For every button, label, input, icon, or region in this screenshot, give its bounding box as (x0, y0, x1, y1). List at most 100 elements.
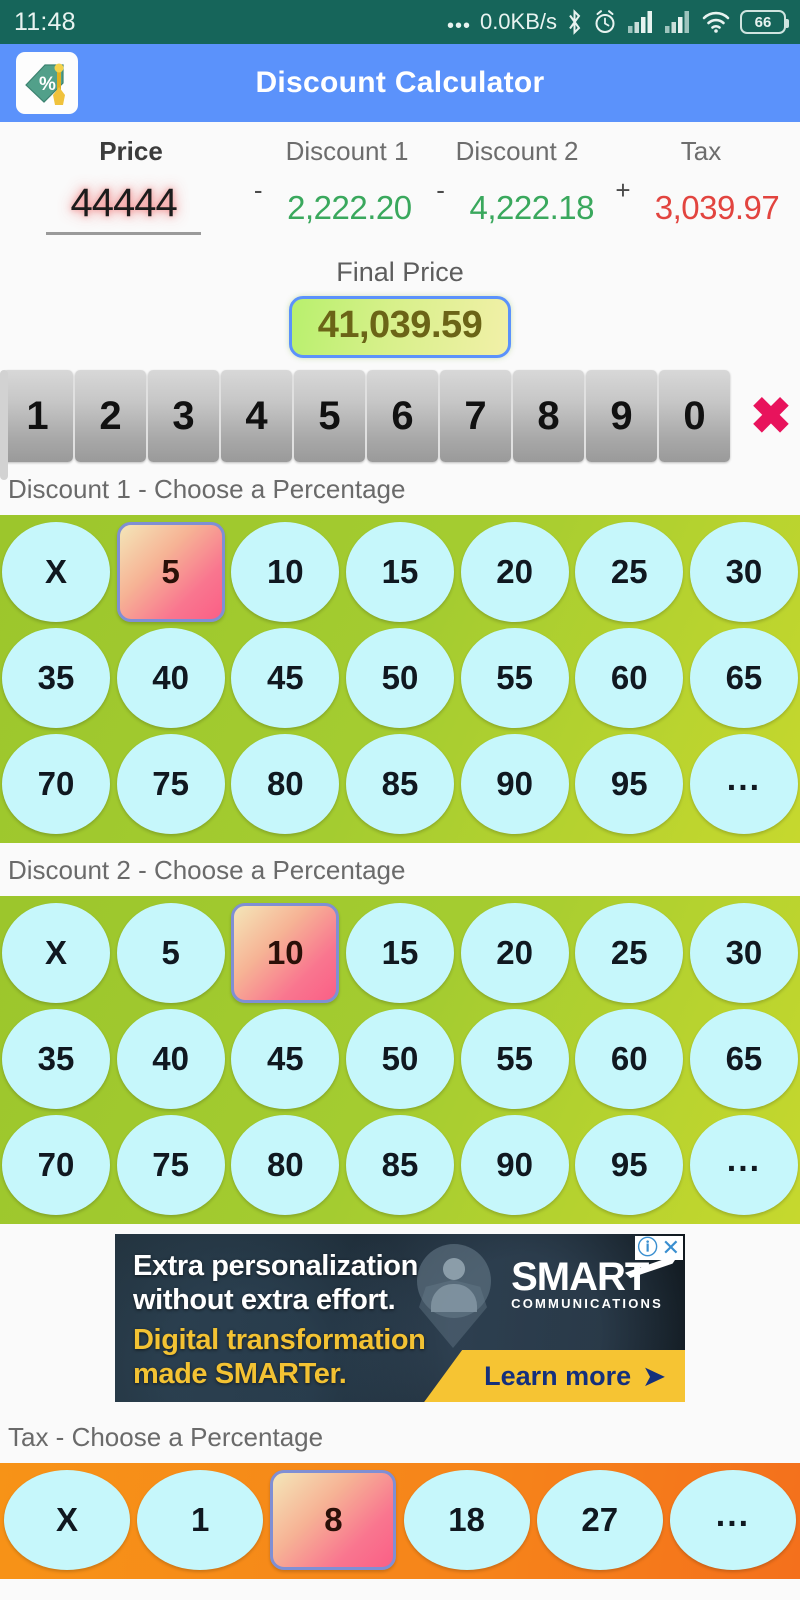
percent-tag-app-icon: % (16, 52, 78, 114)
app-root: 11:48 ••• 0.0KB/s 66 % Discount Calculat… (0, 0, 800, 1600)
discount2-option-70[interactable]: 70 (2, 1115, 110, 1215)
discount2-option-10[interactable]: 10 (231, 903, 340, 1003)
discount1-option-70[interactable]: 70 (2, 734, 110, 834)
discount1-option-80[interactable]: 80 (231, 734, 340, 834)
key-6[interactable]: 6 (367, 370, 438, 462)
discount2-option-60[interactable]: 60 (575, 1009, 684, 1109)
discount2-option-20[interactable]: 20 (460, 903, 569, 1003)
svg-text:%: % (39, 74, 56, 95)
discount2-option-30[interactable]: 30 (689, 903, 798, 1003)
discount1-option-x[interactable]: X (2, 522, 110, 622)
tax-amount: 3,039.97 (654, 189, 780, 226)
discount1-option-50[interactable]: 50 (345, 628, 454, 728)
discount1-option-15[interactable]: 15 (345, 522, 454, 622)
discount2-option-x[interactable]: X (2, 903, 110, 1003)
discount1-option-85[interactable]: 85 (345, 734, 454, 834)
page-title: Discount Calculator (255, 66, 545, 99)
discount2-option-45[interactable]: 45 (231, 1009, 340, 1109)
discount1-option-90[interactable]: 90 (460, 734, 569, 834)
discount2-option-90[interactable]: 90 (460, 1115, 569, 1215)
ad-badges: ⓘ ✕ (634, 1236, 683, 1260)
discount1-option-20[interactable]: 20 (460, 522, 569, 622)
discount1-option-30[interactable]: 30 (689, 522, 798, 622)
discount1-option-55[interactable]: 55 (460, 628, 569, 728)
network-activity-dots-icon: ••• (446, 15, 471, 37)
close-icon[interactable]: ✕ (662, 1237, 680, 1259)
discount2-percent-panel: X 5 10 15 20 25 30 35 40 45 50 55 60 65 … (0, 896, 800, 1224)
ad-cta-label: Learn more (484, 1360, 632, 1391)
tax-option-27[interactable]: 27 (536, 1470, 663, 1570)
discount1-option-5[interactable]: 5 (116, 522, 225, 622)
clear-button[interactable]: ✖ (732, 370, 800, 462)
discount1-option-35[interactable]: 35 (2, 628, 110, 728)
discount2-option-80[interactable]: 80 (231, 1115, 340, 1215)
key-2[interactable]: 2 (75, 370, 146, 462)
final-price-value: 41,039.59 (288, 296, 512, 358)
ad-headline-line1: Extra personalization (133, 1250, 418, 1282)
discount2-option-35[interactable]: 35 (2, 1009, 110, 1109)
label-discount2: Discount 2 (455, 136, 579, 166)
alarm-icon (592, 9, 618, 35)
tax-option-1[interactable]: 1 (137, 1470, 264, 1570)
tax-section-header: Tax - Choose a Percentage (0, 1410, 800, 1463)
key-8[interactable]: 8 (513, 370, 584, 462)
discount1-row-1: X 5 10 15 20 25 30 (0, 519, 800, 625)
tax-option-8[interactable]: 8 (270, 1470, 397, 1570)
tax-option-18[interactable]: 18 (403, 1470, 530, 1570)
discount2-section-header: Discount 2 - Choose a Percentage (0, 843, 800, 896)
signal-bars-icon (627, 10, 655, 34)
ad-subline1: Digital transformation (133, 1324, 426, 1356)
summary-section: Price Discount 1 Discount 2 Tax 44444 - … (0, 122, 800, 235)
price-input-wrap[interactable]: 44444 (0, 181, 247, 235)
discount1-option-45[interactable]: 45 (231, 628, 340, 728)
discount2-option-40[interactable]: 40 (116, 1009, 225, 1109)
discount2-option-50[interactable]: 50 (345, 1009, 454, 1109)
discount1-option-95[interactable]: 95 (575, 734, 684, 834)
key-0[interactable]: 0 (659, 370, 730, 462)
label-tax: Tax (680, 136, 722, 166)
discount1-option-25[interactable]: 25 (575, 522, 684, 622)
key-5[interactable]: 5 (294, 370, 365, 462)
tax-option-more[interactable]: ... (669, 1470, 796, 1570)
price-input[interactable]: 44444 (46, 181, 201, 235)
tax-option-x[interactable]: X (4, 1470, 130, 1570)
operator-minus-discount1: - (253, 175, 263, 205)
advertisement-wrap: Extra personalization without extra effo… (0, 1224, 800, 1410)
app-bar: % Discount Calculator (0, 44, 800, 122)
wifi-icon (701, 10, 731, 34)
discount1-option-65[interactable]: 65 (689, 628, 798, 728)
key-7[interactable]: 7 (440, 370, 511, 462)
discount1-option-more[interactable]: ... (689, 734, 798, 834)
label-price: Price (99, 136, 163, 166)
discount2-option-more[interactable]: ... (689, 1115, 798, 1215)
discount2-option-85[interactable]: 85 (345, 1115, 454, 1215)
discount1-option-75[interactable]: 75 (116, 734, 225, 834)
discount2-option-25[interactable]: 25 (575, 903, 684, 1003)
key-3[interactable]: 3 (148, 370, 219, 462)
summary-values-row: 44444 - 2,222.20 - 4,222.18 + 3,039.97 (0, 175, 800, 235)
discount2-option-55[interactable]: 55 (460, 1009, 569, 1109)
discount1-option-60[interactable]: 60 (575, 628, 684, 728)
battery-level-label: 66 (754, 13, 772, 31)
discount2-option-5[interactable]: 5 (116, 903, 225, 1003)
discount1-option-10[interactable]: 10 (231, 522, 340, 622)
discount2-option-75[interactable]: 75 (116, 1115, 225, 1215)
key-4[interactable]: 4 (221, 370, 292, 462)
tax-row-1: X 1 8 18 27 ... (0, 1467, 800, 1573)
ad-cta-button[interactable]: Learn more ➤ (424, 1350, 685, 1402)
discount2-option-95[interactable]: 95 (575, 1115, 684, 1215)
info-icon[interactable]: ⓘ (638, 1238, 658, 1258)
status-bar-clock: 11:48 (14, 7, 76, 36)
discount1-section-header: Discount 1 - Choose a Percentage (0, 462, 800, 515)
discount2-option-15[interactable]: 15 (345, 903, 454, 1003)
map-pin-icon (419, 1280, 487, 1348)
number-keypad: 1 2 3 4 5 6 7 8 9 0 ✖ (0, 370, 800, 480)
discount1-option-40[interactable]: 40 (116, 628, 225, 728)
discount1-row-3: 70 75 80 85 90 95 ... (0, 731, 800, 837)
key-1[interactable]: 1 (2, 370, 73, 462)
advertisement-banner[interactable]: Extra personalization without extra effo… (115, 1234, 685, 1402)
discount1-percent-panel: X 5 10 15 20 25 30 35 40 45 50 55 60 65 … (0, 515, 800, 843)
key-9[interactable]: 9 (586, 370, 657, 462)
vertical-scrollbar-thumb[interactable] (0, 370, 8, 480)
discount2-option-65[interactable]: 65 (689, 1009, 798, 1109)
